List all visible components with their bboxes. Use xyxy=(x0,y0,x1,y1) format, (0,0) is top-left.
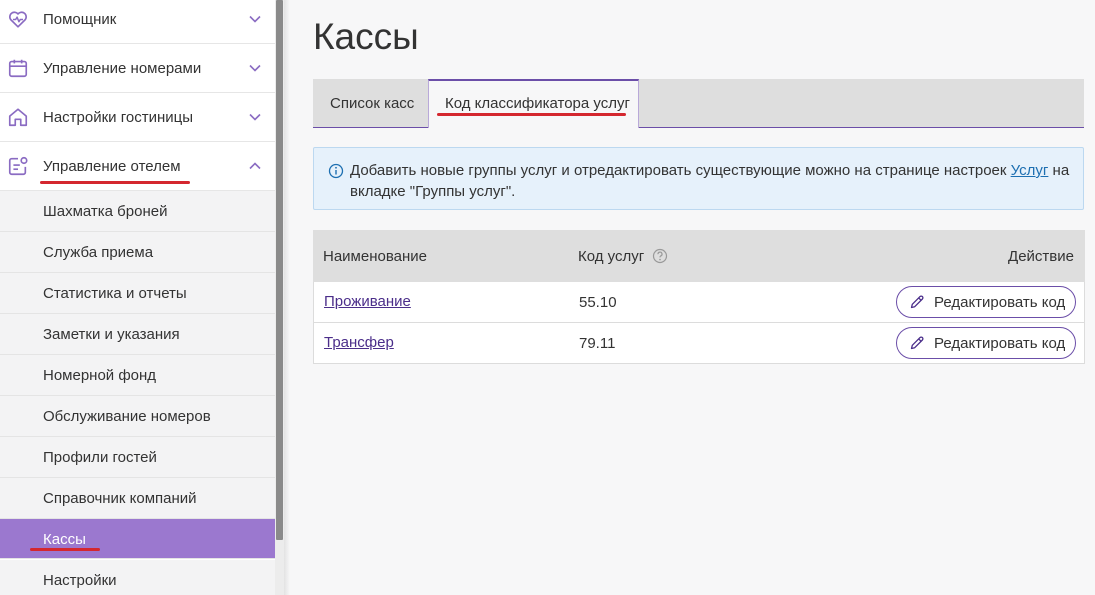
pencil-icon xyxy=(910,336,924,350)
edit-code-label: Редактировать код xyxy=(934,294,1066,311)
house-icon xyxy=(8,108,28,127)
sidebar-item-assistant[interactable]: Помощник xyxy=(0,0,275,44)
sidebar-sub-item-label: Профили гостей xyxy=(43,449,157,466)
sidebar-shadow xyxy=(284,0,290,595)
chevron-down-icon xyxy=(249,64,261,72)
sidebar-item-room-management[interactable]: Управление номерами xyxy=(0,44,275,93)
services-link[interactable]: Услуг xyxy=(1011,162,1049,179)
calendar-icon xyxy=(8,59,28,78)
sidebar-item-label: Настройки гостиницы xyxy=(43,108,193,126)
tab-label: Код классификатора услуг xyxy=(445,95,630,112)
column-header-code: Код услуг xyxy=(578,248,645,265)
tab-cash-list[interactable]: Список касс xyxy=(313,79,428,127)
annotation-underline xyxy=(40,181,190,184)
service-name-link[interactable]: Проживание xyxy=(324,293,411,310)
sidebar-item-label: Управление отелем xyxy=(43,157,181,175)
sidebar-sub-item-label: Статистика и отчеты xyxy=(43,285,187,302)
sidebar-sub-item[interactable]: Номерной фонд xyxy=(0,355,275,396)
sidebar-sub-item-label: Служба приема xyxy=(43,244,154,261)
sidebar-sub-item-label: Настройки xyxy=(43,572,117,589)
sidebar-sub-item[interactable]: Настройки xyxy=(0,560,275,595)
pencil-icon xyxy=(910,295,924,309)
sidebar-sub-item[interactable]: Справочник компаний xyxy=(0,478,275,519)
scrollbar-thumb[interactable] xyxy=(276,0,283,540)
help-icon[interactable] xyxy=(652,248,668,264)
annotation-underline xyxy=(437,113,626,116)
sidebar-sub-item-label: Обслуживание номеров xyxy=(43,408,211,425)
sidebar-item-hotel-settings[interactable]: Настройки гостиницы xyxy=(0,93,275,142)
sidebar-sub-item[interactable]: Шахматка броней xyxy=(0,191,275,232)
sidebar-sub-item-label: Заметки и указания xyxy=(43,326,180,343)
chevron-down-icon xyxy=(249,15,261,23)
table-header: Наименование Код услуг Действие xyxy=(313,230,1085,282)
chevron-down-icon xyxy=(249,113,261,121)
service-code: 55.10 xyxy=(579,294,617,311)
sidebar-sub-item-label: Кассы xyxy=(43,531,86,548)
sidebar-sub-item[interactable]: Заметки и указания xyxy=(0,314,275,355)
edit-code-label: Редактировать код xyxy=(934,335,1066,352)
hotel-manage-icon xyxy=(8,156,28,176)
info-icon xyxy=(328,163,344,179)
edit-code-button[interactable]: Редактировать код xyxy=(896,286,1076,318)
info-banner: Добавить новые группы услуг и отредактир… xyxy=(313,147,1084,210)
service-code: 79.11 xyxy=(579,335,616,352)
sidebar-sub-item-label: Шахматка броней xyxy=(43,203,168,220)
sidebar-sub-item[interactable]: Обслуживание номеров xyxy=(0,396,275,437)
table-row: Проживание 55.10 Редактировать код xyxy=(313,282,1085,323)
sidebar-sub-item-selected[interactable]: Кассы xyxy=(0,519,275,559)
sidebar: Помощник Управление номерами Настройки г… xyxy=(0,0,275,595)
tab-service-classifier-code[interactable]: Код классификатора услуг xyxy=(428,79,639,128)
info-text-part: Добавить новые группы услуг и отредактир… xyxy=(350,162,1011,179)
edit-code-button[interactable]: Редактировать код xyxy=(896,327,1076,359)
heart-pulse-icon xyxy=(9,11,27,28)
sidebar-sub-item[interactable]: Профили гостей xyxy=(0,437,275,478)
sidebar-sub-item-label: Номерной фонд xyxy=(43,367,157,384)
table-row: Трансфер 79.11 Редактировать код xyxy=(313,323,1085,364)
info-text: Добавить новые группы услуг и отредактир… xyxy=(350,160,1070,202)
service-name-link[interactable]: Трансфер xyxy=(324,334,394,351)
tab-label: Список касс xyxy=(330,95,415,112)
column-header-name: Наименование xyxy=(323,248,427,265)
sidebar-sub-item[interactable]: Служба приема xyxy=(0,232,275,273)
sidebar-item-label: Помощник xyxy=(43,10,117,28)
column-header-action: Действие xyxy=(1008,248,1074,265)
sidebar-sub-item-label: Справочник компаний xyxy=(43,490,197,507)
chevron-up-icon xyxy=(249,162,261,170)
tab-bar: Список касс Код классификатора услуг xyxy=(313,79,1084,128)
page-title: Кассы xyxy=(313,16,419,57)
sidebar-sub-item[interactable]: Статистика и отчеты xyxy=(0,273,275,314)
annotation-underline xyxy=(30,548,100,551)
sidebar-item-label: Управление номерами xyxy=(43,59,202,77)
sidebar-scrollbar[interactable] xyxy=(275,0,284,595)
